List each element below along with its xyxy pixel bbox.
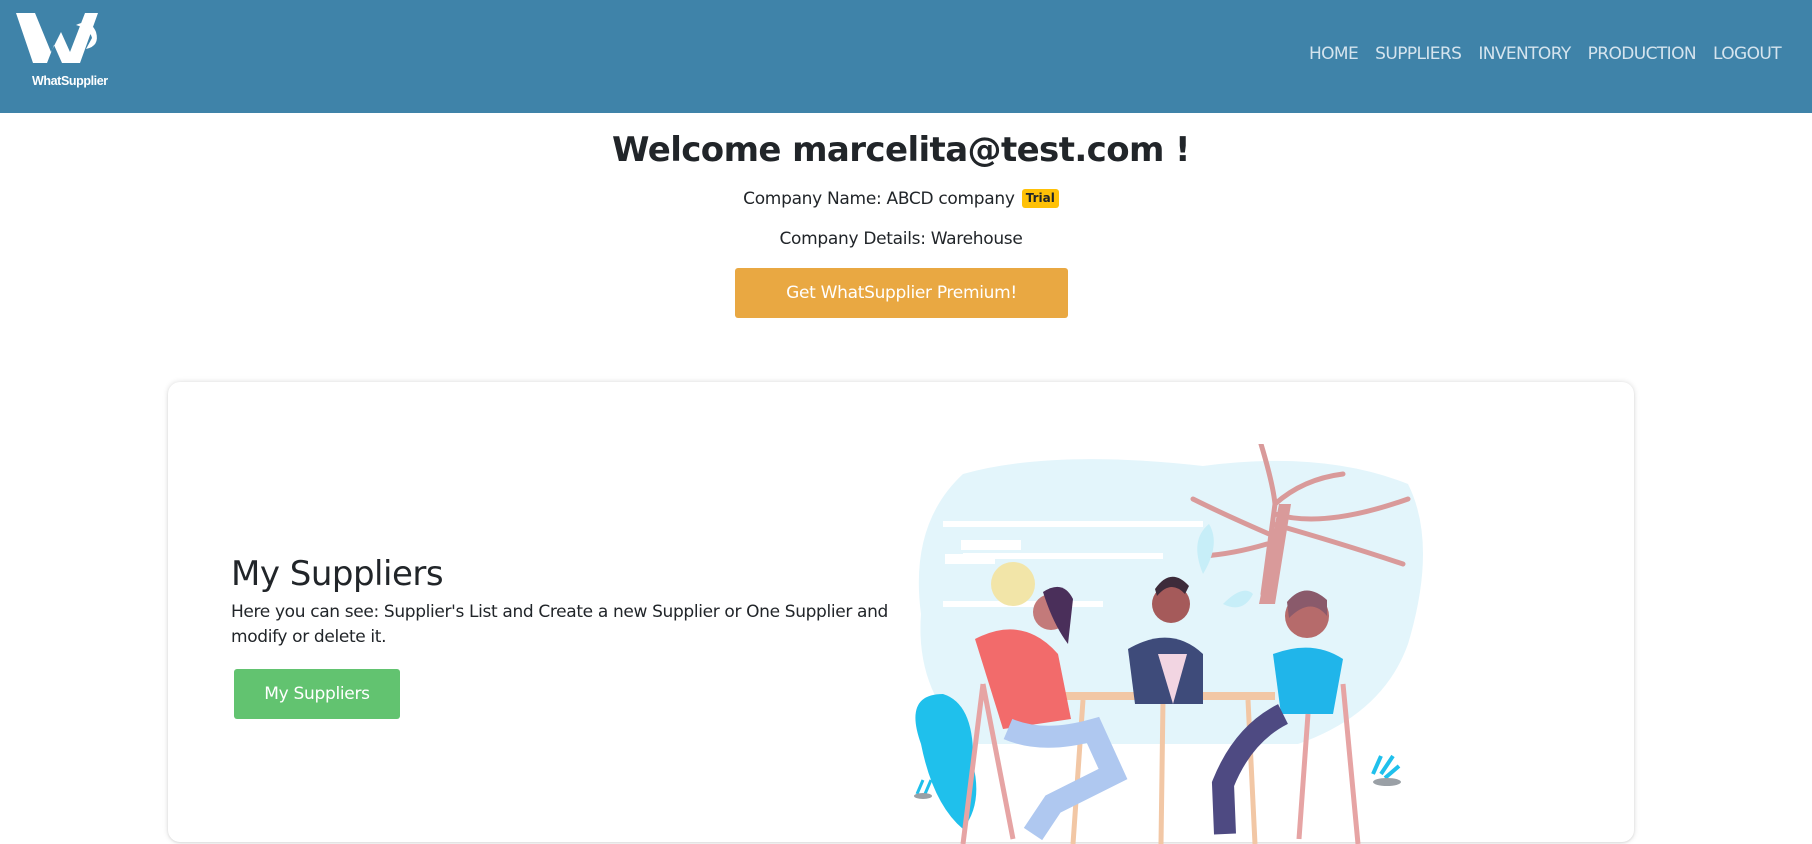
nav-suppliers-link[interactable]: SUPPLIERS [1375, 44, 1462, 64]
card-title: My Suppliers [231, 554, 444, 594]
my-suppliers-button[interactable]: My Suppliers [234, 669, 400, 719]
suppliers-card: My Suppliers Here you can see: Supplier'… [168, 382, 1634, 844]
brand-name[interactable]: WhatSupplier [32, 74, 108, 88]
welcome-section: Welcome marcelita@test.com ! Company Nam… [0, 130, 1802, 249]
company-details: Company Details: Warehouse [779, 229, 1023, 249]
main-nav: HOME SUPPLIERS INVENTORY PRODUCTION LOGO… [1309, 44, 1782, 64]
company-name-line: Company Name: ABCD company Trial [0, 189, 1802, 209]
nav-production-link[interactable]: PRODUCTION [1588, 44, 1697, 64]
team-meeting-illustration [914, 444, 1423, 844]
nav-home-link[interactable]: HOME [1309, 44, 1359, 64]
nav-inventory-link[interactable]: INVENTORY [1478, 44, 1571, 64]
card-description: Here you can see: Supplier's List and Cr… [231, 602, 888, 647]
welcome-heading: Welcome marcelita@test.com ! [612, 130, 1191, 170]
get-premium-button[interactable]: Get WhatSupplier Premium! [735, 268, 1068, 318]
trial-badge: Trial [1021, 189, 1059, 208]
navbar: WhatSupplier HOME SUPPLIERS INVENTORY PR… [0, 0, 1812, 113]
company-name: Company Name: ABCD company [743, 189, 1015, 209]
nav-logout-link[interactable]: LOGOUT [1713, 44, 1782, 64]
